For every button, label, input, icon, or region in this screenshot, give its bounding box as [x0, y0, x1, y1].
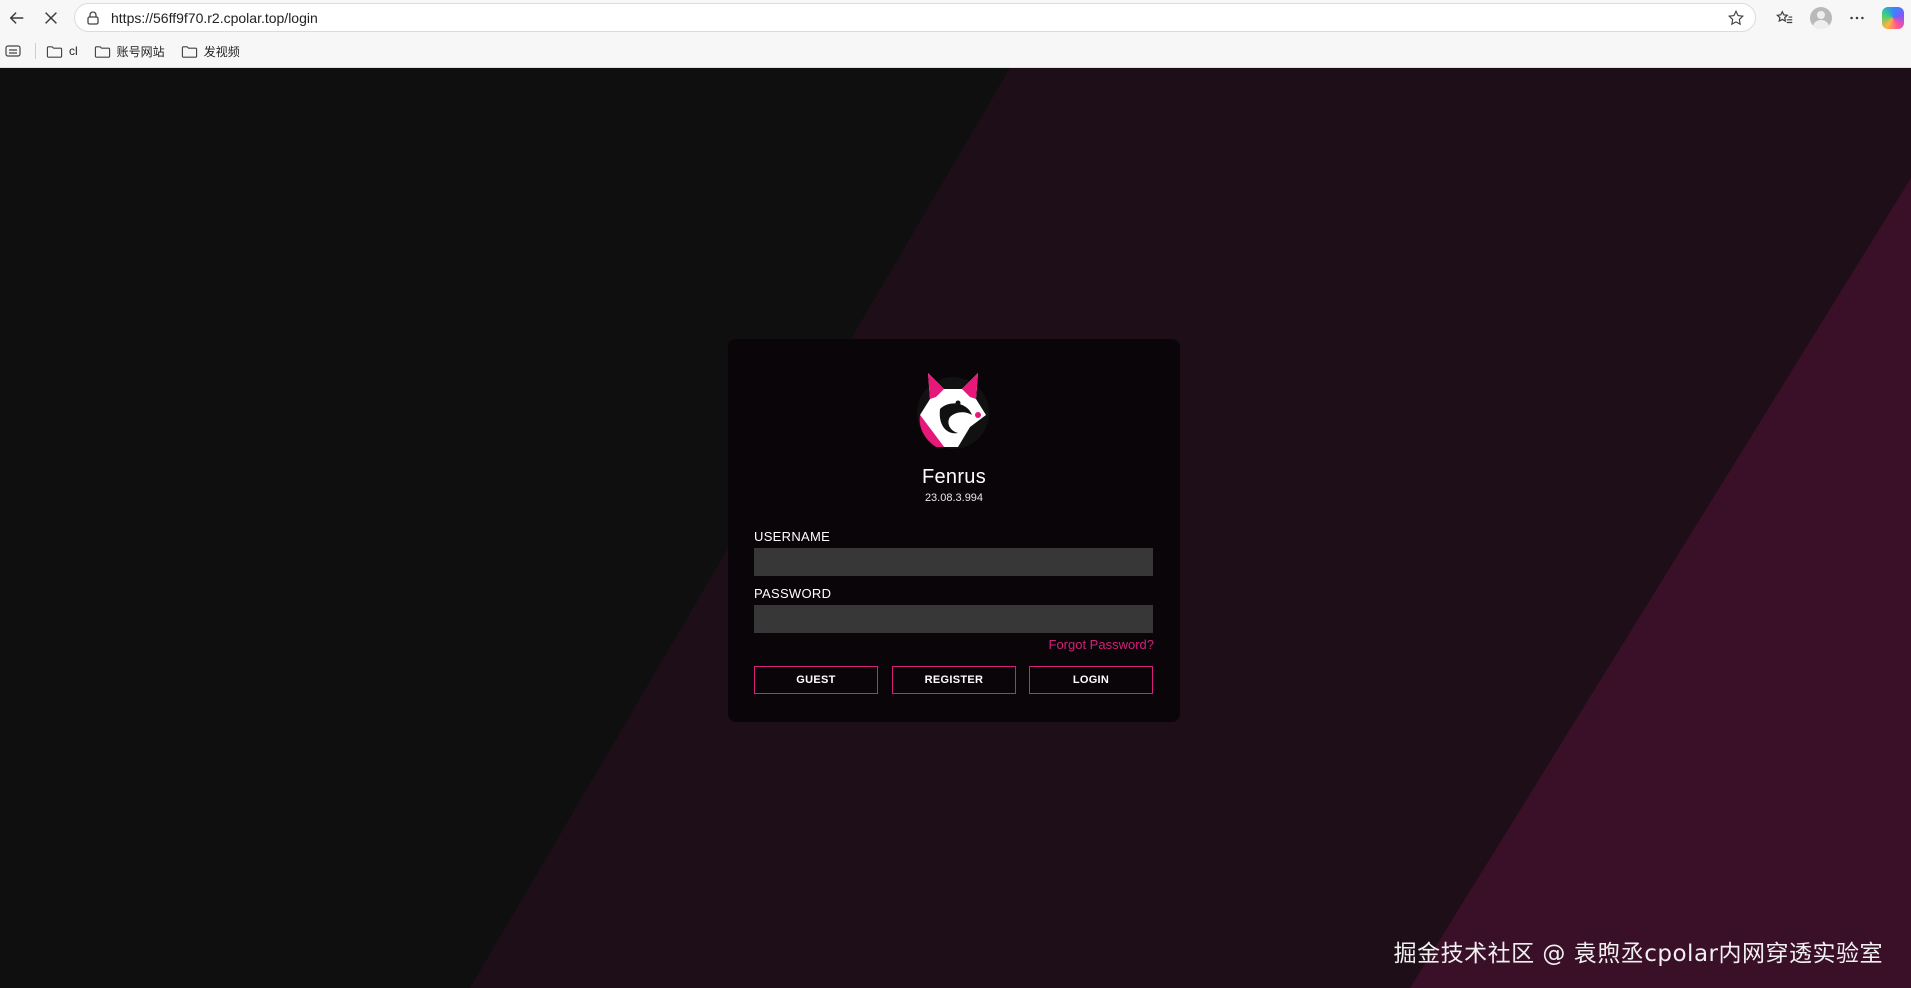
copilot-button[interactable] — [1875, 1, 1911, 35]
lock-icon[interactable] — [85, 10, 101, 26]
login-button[interactable]: LOGIN — [1029, 666, 1153, 694]
password-input[interactable] — [754, 605, 1153, 633]
url-text[interactable]: https://56ff9f70.r2.cpolar.top/login — [111, 10, 318, 26]
app-name: Fenrus — [921, 466, 987, 488]
app-version: 23.08.3.994 — [924, 492, 984, 504]
copilot-icon — [1882, 6, 1904, 29]
more-dots-icon — [1850, 16, 1864, 19]
fox-logo-icon — [917, 373, 989, 449]
favorites-icon — [1776, 9, 1793, 23]
folder-icon — [46, 45, 63, 58]
bookmark-label: 账号网站 — [116, 44, 165, 59]
avatar — [1810, 6, 1832, 29]
folder-icon — [181, 45, 197, 58]
back-button[interactable] — [0, 1, 34, 35]
bookmark-label: cl — [69, 44, 78, 58]
bookmark-folder-cl[interactable]: cl — [46, 44, 78, 59]
bookmarks-bar: cl 账号网站 发视频 — [0, 35, 1911, 68]
login-card: Fenrus 23.08.3.994 USERNAME PASSWORD For… — [728, 339, 1180, 722]
guest-button[interactable]: GUEST — [754, 666, 878, 694]
bookmark-label: 发视频 — [203, 44, 240, 59]
bookmark-folder-videos[interactable]: 发视频 — [181, 43, 240, 60]
reading-list-icon[interactable] — [5, 44, 21, 58]
browser-toolbar: https://56ff9f70.r2.cpolar.top/login — [0, 0, 1911, 35]
username-label: USERNAME — [754, 529, 831, 544]
username-input[interactable] — [754, 548, 1153, 576]
star-icon[interactable] — [1727, 9, 1745, 27]
stop-loading-button[interactable] — [34, 1, 68, 35]
bookmarks-divider — [35, 43, 36, 59]
password-label: PASSWORD — [754, 586, 832, 601]
profile-button[interactable] — [1803, 1, 1839, 35]
close-icon — [45, 11, 57, 24]
watermark-text: 掘金技术社区 @ 袁煦丞cpolar内网穿透实验室 — [1393, 941, 1883, 967]
more-button[interactable] — [1839, 1, 1875, 35]
login-page: Fenrus 23.08.3.994 USERNAME PASSWORD For… — [0, 68, 1911, 988]
arrow-left-icon — [9, 11, 24, 24]
register-button[interactable]: REGISTER — [892, 666, 1016, 694]
bookmark-folder-accounts[interactable]: 账号网站 — [94, 43, 165, 60]
favorites-button[interactable] — [1767, 1, 1803, 35]
toolbar-right — [1767, 0, 1911, 35]
forgot-password-link[interactable]: Forgot Password? — [1049, 637, 1155, 652]
folder-icon — [94, 45, 110, 58]
address-bar[interactable]: https://56ff9f70.r2.cpolar.top/login — [74, 3, 1756, 32]
